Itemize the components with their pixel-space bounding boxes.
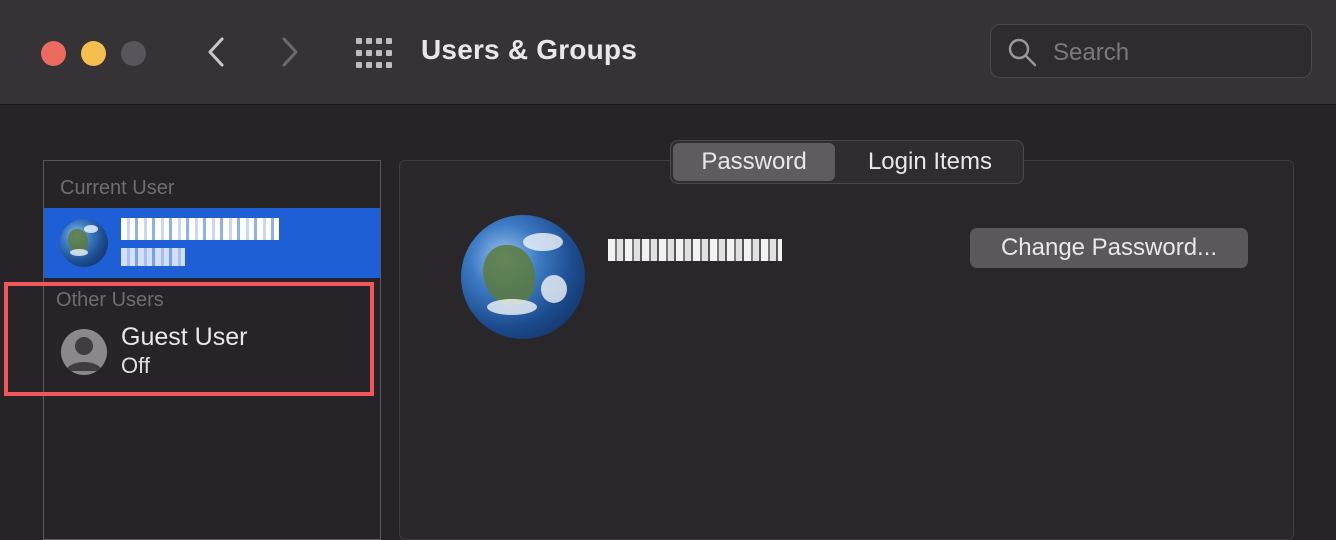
zoom-button[interactable] <box>121 41 146 66</box>
tab-password[interactable]: Password <box>673 143 835 181</box>
back-button[interactable] <box>196 32 236 72</box>
user-full-name-redacted <box>608 239 782 261</box>
back-chevron-icon <box>208 37 224 67</box>
show-all-button[interactable] <box>354 34 392 72</box>
search-input[interactable] <box>1051 37 1295 69</box>
search-icon <box>1008 38 1037 67</box>
tab-bar: Password Login Items <box>670 140 1024 184</box>
grid-icon <box>356 38 392 68</box>
change-password-button[interactable]: Change Password... <box>970 228 1248 268</box>
user-picture[interactable] <box>461 215 585 339</box>
search-field[interactable] <box>990 24 1312 78</box>
current-user-label: Current User <box>60 177 175 199</box>
current-user-row[interactable] <box>44 208 380 278</box>
forward-button[interactable] <box>270 32 310 72</box>
title-bar: Users & Groups <box>0 0 1336 105</box>
guest-highlight-box <box>4 282 374 396</box>
current-user-role-redacted <box>121 248 185 266</box>
current-user-name-redacted <box>121 218 279 240</box>
globe-avatar-icon <box>60 219 108 267</box>
user-detail-panel <box>399 160 1294 540</box>
tab-login-items[interactable]: Login Items <box>841 143 1019 181</box>
forward-chevron-icon <box>282 37 298 67</box>
close-button[interactable] <box>41 41 66 66</box>
window-title: Users & Groups <box>421 34 637 65</box>
minimize-button[interactable] <box>81 41 106 66</box>
